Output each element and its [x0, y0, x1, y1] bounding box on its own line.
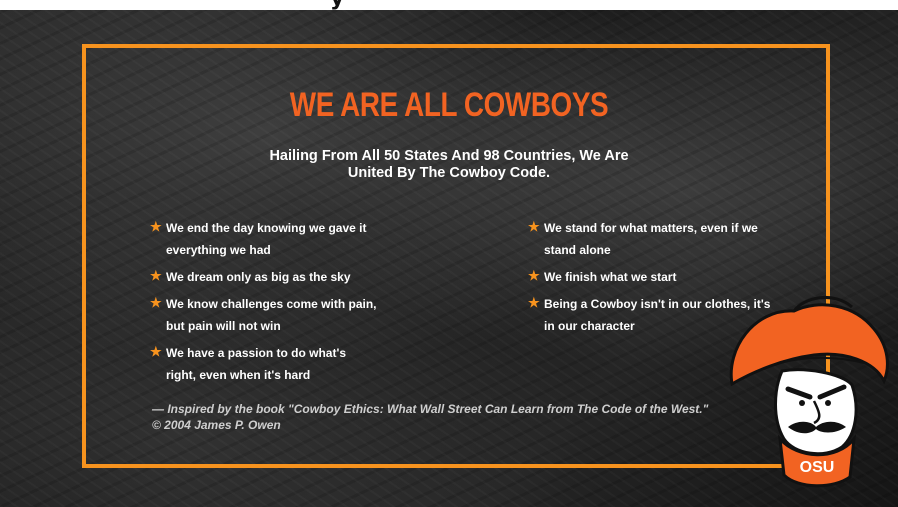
list-item-text: We dream only as big as the sky: [166, 270, 351, 284]
list-item: ★ We finish what we start: [528, 266, 784, 288]
star-icon: ★: [528, 219, 540, 234]
top-strip: y: [0, 0, 898, 11]
star-icon: ★: [150, 295, 162, 310]
list-item-text: We stand for what matters, even if we st…: [544, 221, 758, 257]
list-item: ★ We end the day knowing we gave it ever…: [150, 217, 398, 261]
list-item: ★ We stand for what matters, even if we …: [528, 217, 772, 261]
star-icon: ★: [150, 344, 162, 359]
citation-text: — Inspired by the book "Cowboy Ethics: W…: [152, 402, 709, 432]
cowboy-code-list-left: ★ We end the day knowing we gave it ever…: [150, 217, 406, 391]
list-item-text: We know challenges come with pain, but p…: [166, 297, 377, 333]
section-subtitle: Hailing From All 50 States And 98 Countr…: [269, 148, 629, 181]
list-item-text: We end the day knowing we gave it everyt…: [166, 221, 367, 257]
star-icon: ★: [528, 268, 540, 283]
list-item-text: We finish what we start: [544, 270, 677, 284]
section-title: WE ARE ALL COWBOYS: [289, 86, 609, 124]
list-item: ★ We dream only as big as the sky: [150, 266, 406, 288]
list-item: ★ We have a passion to do what's right, …: [150, 342, 376, 386]
star-icon: ★: [150, 219, 162, 234]
star-icon: ★: [528, 295, 540, 310]
star-icon: ★: [150, 268, 162, 283]
list-item-text: We have a passion to do what's right, ev…: [166, 346, 347, 382]
pistol-pete-mascot-icon: OSU: [729, 295, 889, 488]
mascot-badge-text: OSU: [800, 459, 835, 476]
list-item: ★ We know challenges come with pain, but…: [150, 293, 394, 337]
